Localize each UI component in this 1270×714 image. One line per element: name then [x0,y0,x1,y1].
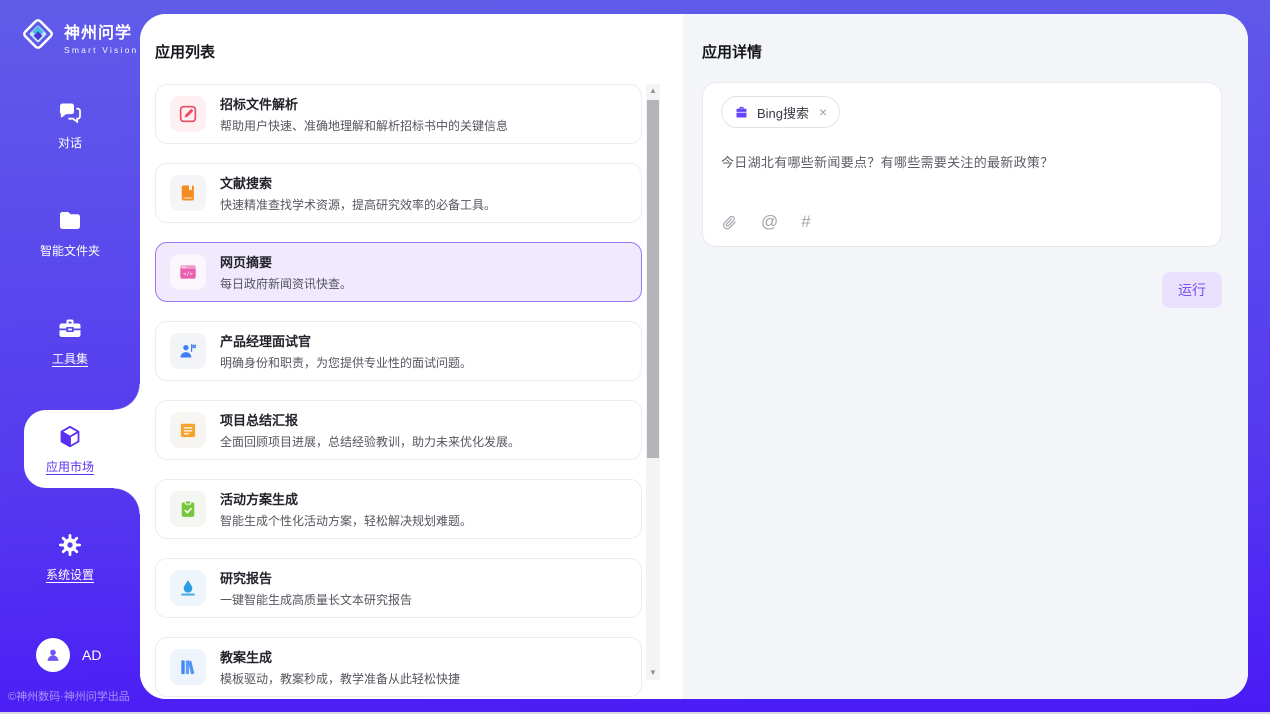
app-description: 每日政府新闻资讯快查。 [220,275,352,292]
at-sign-icon[interactable]: @ [761,212,778,232]
user-name: AD [82,647,101,663]
list-item[interactable]: 产品经理面试官 明确身份和职责，为您提供专业性的面试问题。 [155,321,642,381]
browser-code-icon: </> [170,254,206,290]
list-item[interactable]: 项目总结汇报 全面回顾项目进展，总结经验教训，助力未来优化发展。 [155,400,642,460]
app-title: 网页摘要 [220,252,352,271]
list-item[interactable]: 招标文件解析 帮助用户快速、准确地理解和解析招标书中的关键信息 [155,84,642,144]
app-list-title: 应用列表 [155,41,667,62]
app-title: 招标文件解析 [220,94,508,113]
app-description: 一键智能生成高质量长文本研究报告 [220,591,412,608]
pen-square-icon [170,96,206,132]
sidebar-item-label: 工具集 [52,350,88,367]
app-list: 招标文件解析 帮助用户快速、准确地理解和解析招标书中的关键信息 文献搜索 快速精… [155,84,642,697]
user-chip[interactable]: AD [0,638,140,672]
logo: 神州问学 Smart Vision [0,0,140,57]
copyright: ©神州数码·神州问学出品 [0,688,140,704]
app-description: 快速精准查找学术资源，提高研究效率的必备工具。 [220,196,496,213]
sidebar-item-label: 系统设置 [46,566,94,583]
list-item[interactable]: 研究报告 一键智能生成高质量长文本研究报告 [155,558,642,618]
run-row: 运行 [702,272,1222,308]
sidebar-item-label: 智能文件夹 [40,242,100,259]
app-description: 明确身份和职责，为您提供专业性的面试问题。 [220,354,472,371]
interviewer-icon [170,333,206,369]
app-description: 帮助用户快速、准确地理解和解析招标书中的关键信息 [220,117,508,134]
logo-title: 神州问学 [64,19,138,43]
clipboard-check-icon [170,491,206,527]
ink-pen-icon [170,570,206,606]
app-description: 智能生成个性化活动方案，轻松解决规划难题。 [220,512,472,529]
folder-icon [57,208,83,234]
active-bubble-corner [114,384,140,410]
app-detail-title: 应用详情 [702,41,1222,62]
app-detail-panel: 应用详情 Bing搜索 × 今日湖北有哪些新闻要点？有哪些需要关注的最新政策？ … [683,14,1248,699]
run-button[interactable]: 运行 [1162,272,1222,308]
app-list-panel: 应用列表 招标文件解析 帮助用户快速、准确地理解和解析招标书中的关键信息 文献搜… [140,14,683,699]
sidebar-nav: 对话 智能文件夹 工具集 应用市场 系统设置 [0,97,140,585]
logo-subtitle: Smart Vision [64,45,138,55]
calendar-note-icon [170,412,206,448]
briefcase-icon [734,105,749,120]
question-text[interactable]: 今日湖北有哪些新闻要点？有哪些需要关注的最新政策？ [721,152,1203,172]
sidebar-bottom: AD ©神州数码·神州问学出品 [0,638,140,704]
scroll-up-arrow[interactable]: ▲ [646,84,660,98]
chat-icon [57,100,83,126]
app-title: 产品经理面试官 [220,331,472,350]
prompt-card: Bing搜索 × 今日湖北有哪些新闻要点？有哪些需要关注的最新政策？ @# [702,82,1222,247]
sidebar-item-app-market[interactable]: 应用市场 [0,421,140,477]
tool-chip[interactable]: Bing搜索 × [721,96,840,128]
sidebar-item-label: 应用市场 [46,458,94,475]
svg-text:</>: </> [183,272,194,278]
tool-chip-label: Bing搜索 [757,103,809,122]
list-item[interactable]: 文献搜索 快速精准查找学术资源，提高研究效率的必备工具。 [155,163,642,223]
app-description: 模板驱动，教案秒成，教学准备从此轻松快捷 [220,670,460,687]
app-title: 教案生成 [220,647,460,666]
sidebar-item-settings[interactable]: 系统设置 [0,529,140,585]
attachment-toolbar: @# [721,212,1203,232]
sidebar-item-chat[interactable]: 对话 [0,97,140,153]
sidebar-item-label: 对话 [58,134,82,151]
avatar [36,638,70,672]
gear-icon [57,532,83,558]
app-title: 研究报告 [220,568,412,587]
scroll-down-arrow[interactable]: ▼ [646,666,660,680]
app-title: 项目总结汇报 [220,410,520,429]
paperclip-icon[interactable] [721,214,738,231]
app-title: 文献搜索 [220,173,496,192]
sidebar-item-toolset[interactable]: 工具集 [0,313,140,369]
active-bubble-corner [114,488,140,514]
list-item[interactable]: </> 网页摘要 每日政府新闻资讯快查。 [155,242,642,302]
logo-icon [20,16,56,57]
scrollbar-thumb[interactable] [647,100,659,458]
sidebar: 神州问学 Smart Vision 对话 智能文件夹 工具集 应用市场 系统设置 [0,0,140,714]
chip-close-icon[interactable]: × [819,104,827,120]
app-description: 全面回顾项目进展，总结经验教训，助力未来优化发展。 [220,433,520,450]
list-item[interactable]: 活动方案生成 智能生成个性化活动方案，轻松解决规划难题。 [155,479,642,539]
book-icon [170,175,206,211]
scrollbar[interactable]: ▲ ▼ [646,84,660,680]
sidebar-item-smart-folder[interactable]: 智能文件夹 [0,205,140,261]
app-title: 活动方案生成 [220,489,472,508]
cube-icon [57,424,83,450]
list-item[interactable]: 教案生成 模板驱动，教案秒成，教学准备从此轻松快捷 [155,637,642,697]
books-icon [170,649,206,685]
toolbox-icon [57,316,83,342]
hash-icon[interactable]: # [801,212,810,232]
main-card: 应用列表 招标文件解析 帮助用户快速、准确地理解和解析招标书中的关键信息 文献搜… [140,14,1248,699]
